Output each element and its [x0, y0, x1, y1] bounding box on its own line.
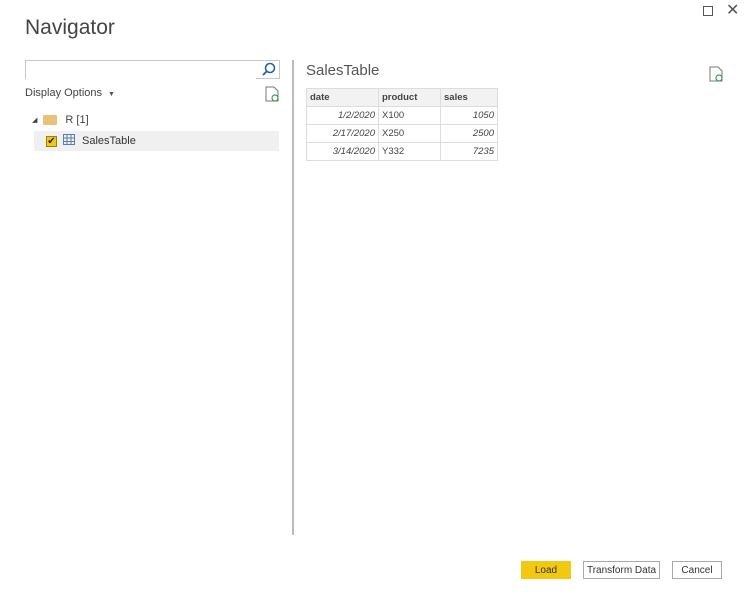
- pane-divider[interactable]: [292, 60, 294, 535]
- maximize-button[interactable]: [703, 6, 713, 16]
- column-header[interactable]: product: [378, 88, 441, 107]
- table-row: 2/17/2020 X250 2500: [306, 124, 498, 143]
- checkbox[interactable]: ✔: [46, 135, 57, 147]
- folder-icon: [43, 115, 58, 125]
- table-icon: [63, 134, 75, 148]
- search-input[interactable]: [26, 62, 256, 80]
- cell: 2/17/2020: [306, 124, 379, 143]
- refresh-icon[interactable]: [265, 86, 279, 107]
- preview-title: SalesTable: [306, 62, 380, 79]
- search-icon[interactable]: [262, 62, 276, 81]
- display-options-label: Display Options: [25, 87, 103, 99]
- table-row: 1/2/2020 X100 1050: [306, 106, 498, 125]
- expand-triangle-icon[interactable]: ◢: [32, 116, 37, 124]
- column-header[interactable]: sales: [440, 88, 498, 107]
- search-box[interactable]: [25, 60, 280, 81]
- cell: 7235: [440, 142, 498, 161]
- cell: 2500: [440, 124, 498, 143]
- tree-item-salestable[interactable]: ✔ SalesTable: [34, 131, 279, 151]
- page-title: Navigator: [25, 16, 115, 39]
- cancel-button[interactable]: Cancel: [672, 561, 722, 579]
- close-icon[interactable]: ✕: [726, 0, 739, 20]
- display-options-dropdown[interactable]: Display Options ▼: [25, 87, 115, 99]
- cell: Y332: [378, 142, 441, 161]
- cell: 1050: [440, 106, 498, 125]
- caret-down-icon: ▼: [108, 91, 115, 98]
- table-row: 3/14/2020 Y332 7235: [306, 142, 498, 161]
- table-header-row: date product sales: [306, 88, 498, 107]
- cell: 3/14/2020: [306, 142, 379, 161]
- folder-label: R [1]: [65, 114, 89, 126]
- tree-item-label: SalesTable: [82, 135, 136, 147]
- cell: 1/2/2020: [306, 106, 379, 125]
- refresh-preview-icon[interactable]: [709, 66, 723, 87]
- cell: X100: [378, 106, 441, 125]
- transform-data-button[interactable]: Transform Data: [583, 561, 660, 579]
- column-header[interactable]: date: [306, 88, 379, 107]
- tree-folder-r[interactable]: ◢ R [1]: [32, 112, 89, 128]
- cell: X250: [378, 124, 441, 143]
- preview-table: date product sales 1/2/2020 X100 1050 2/17…: [306, 88, 498, 161]
- load-button[interactable]: Load: [521, 561, 571, 579]
